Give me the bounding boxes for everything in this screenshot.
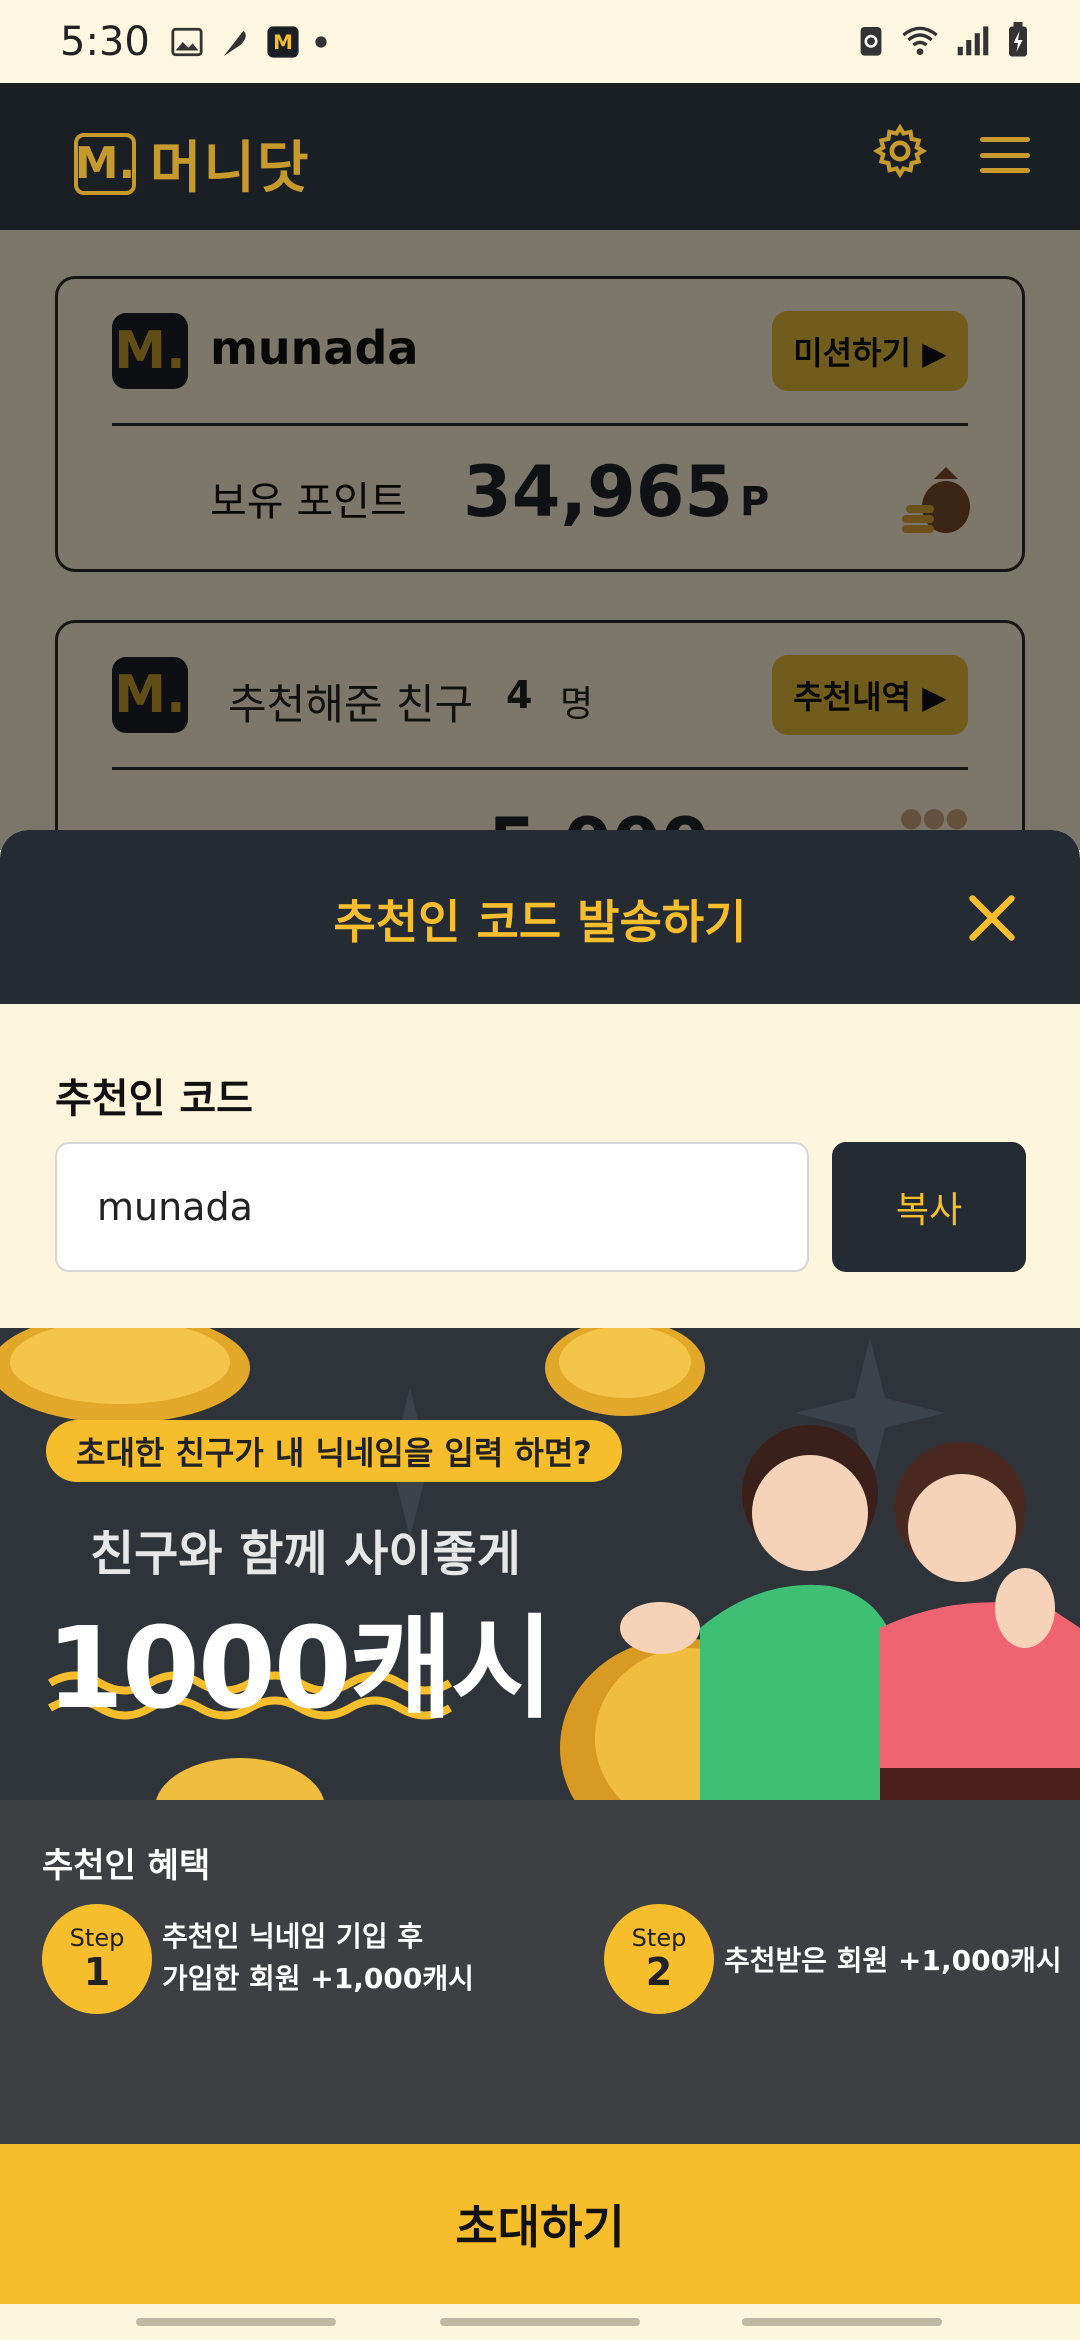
nav-back-handle[interactable] xyxy=(742,2318,942,2326)
sheet-header: 추천인 코드 발송하기 xyxy=(0,830,1080,1004)
app-m-icon: M xyxy=(267,25,299,58)
step-number: 2 xyxy=(645,1950,673,1995)
status-time: 5:30 xyxy=(60,18,150,65)
app-logo[interactable]: M. 머니닷 xyxy=(74,123,311,204)
system-nav-bar xyxy=(0,2304,1080,2340)
menu-icon[interactable] xyxy=(980,137,1030,173)
battery-icon xyxy=(1009,22,1027,57)
banner-subtitle: 친구와 함께 사이좋게 xyxy=(90,1526,521,1582)
step-1-badge: Step 1 xyxy=(42,1904,152,2014)
recycle-icon xyxy=(860,27,882,56)
status-bar: 5:30 M xyxy=(0,0,1080,83)
step-word: Step xyxy=(631,1924,687,1953)
copy-button[interactable]: 복사 xyxy=(832,1142,1026,1272)
step-word: Step xyxy=(69,1924,125,1953)
step-number: 1 xyxy=(83,1950,111,1995)
dot-icon xyxy=(315,35,327,48)
app-header: M. 머니닷 xyxy=(0,83,1080,230)
gallery-icon xyxy=(171,27,203,56)
nav-home-handle[interactable] xyxy=(440,2318,640,2326)
invite-button[interactable]: 초대하기 xyxy=(0,2144,1080,2304)
banner-tag: 초대한 친구가 내 닉네임을 입력 하면? xyxy=(46,1420,622,1482)
gear-icon[interactable] xyxy=(872,123,928,179)
step-2-text: 추천받은 회원 +1,000캐시 xyxy=(724,1940,1062,1982)
benefits-section: 추천인 혜택 Step 1 추천인 닉네임 기입 후 가입한 회원 +1,000… xyxy=(0,1800,1080,2144)
sheet-title: 추천인 코드 발송하기 xyxy=(333,895,747,949)
benefits-title: 추천인 혜택 xyxy=(42,1846,211,1886)
step-1-line-2: 가입한 회원 +1,000캐시 xyxy=(162,1962,474,1995)
close-icon[interactable] xyxy=(966,892,1018,944)
signal-icon xyxy=(957,26,989,56)
feather-icon xyxy=(223,30,246,56)
wifi-icon xyxy=(902,26,938,55)
modal-overlay[interactable] xyxy=(0,230,1080,850)
step-2-badge: Step 2 xyxy=(604,1904,714,2014)
nav-recents-handle[interactable] xyxy=(136,2318,336,2326)
referral-sheet: 추천인 코드 발송하기 추천인 코드 복사 xyxy=(0,830,1080,2340)
step-2-line-1: 추천받은 회원 +1,000캐시 xyxy=(724,1944,1062,1977)
promo-banner[interactable]: 초대한 친구가 내 닉네임을 입력 하면? 친구와 함께 사이좋게 1000캐시 xyxy=(0,1328,1080,1800)
app-name: 머니닷 xyxy=(150,136,311,201)
logo-mark: M. xyxy=(74,132,136,195)
code-label: 추천인 코드 xyxy=(55,1076,253,1122)
svg-text:M: M xyxy=(273,31,293,54)
step-1-line-1: 추천인 닉네임 기입 후 xyxy=(162,1920,424,1953)
step-1-text: 추천인 닉네임 기입 후 가입한 회원 +1,000캐시 xyxy=(162,1916,474,2000)
banner-headline: 1000캐시 xyxy=(46,1604,554,1734)
code-input[interactable] xyxy=(55,1142,809,1272)
